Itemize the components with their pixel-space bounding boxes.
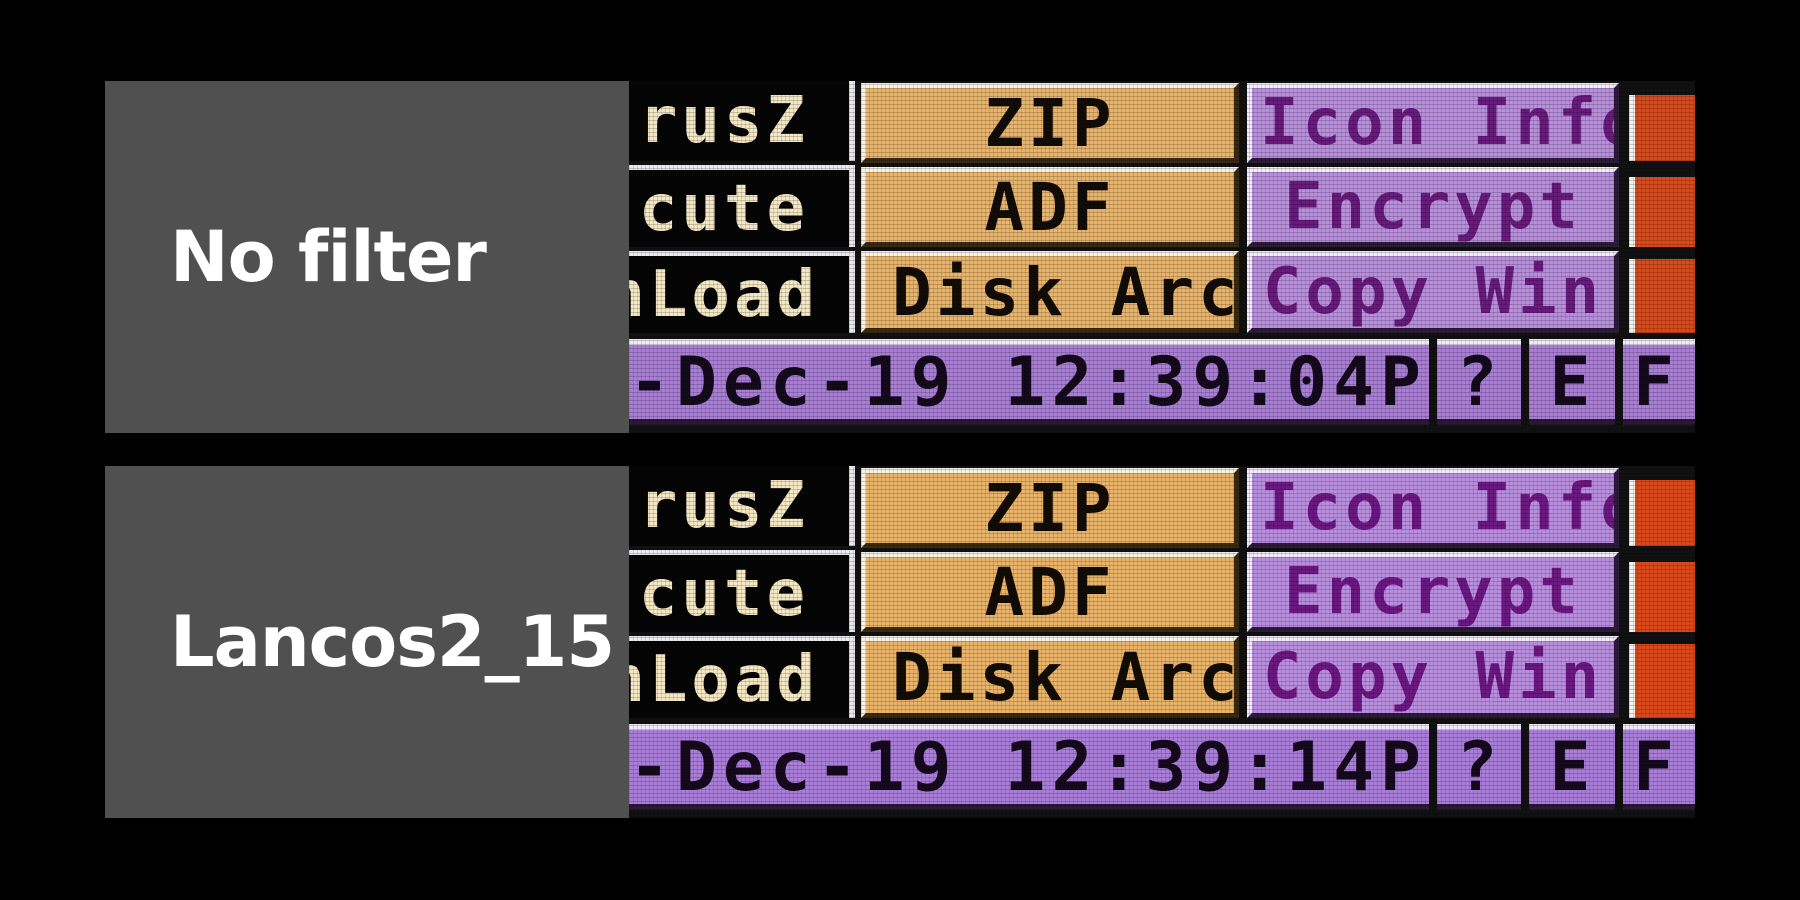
adf-button[interactable]: ADF	[861, 167, 1239, 247]
copy-win-button[interactable]: Copy Win	[1247, 636, 1619, 718]
e-button[interactable]: E	[1529, 339, 1615, 425]
left-column-item[interactable]: rusZ	[629, 81, 855, 161]
f-button[interactable]: F	[1623, 339, 1695, 425]
disk-arc-button[interactable]: Disk Arc	[861, 251, 1239, 333]
icon-info-button[interactable]: Icon Info	[1247, 468, 1619, 548]
red-gadget[interactable]	[1629, 95, 1695, 161]
filter-label: No filter	[170, 216, 487, 298]
red-gadget[interactable]	[1629, 259, 1695, 333]
amiga-screen-crop: rusZ cute nLoad ZIP ADF Disk Arc Icon In…	[629, 466, 1695, 818]
help-button[interactable]: ?	[1437, 724, 1521, 810]
filter-label-box: Lancos2_15	[105, 466, 629, 818]
red-gadget[interactable]	[1629, 480, 1695, 546]
comparison-panel-no-filter: No filter rusZ cute nLoad ZIP ADF Disk A…	[105, 81, 1695, 433]
amiga-screen-crop: rusZ cute nLoad ZIP ADF Disk Arc Icon In…	[629, 81, 1695, 433]
filter-label: Lancos2_15	[170, 601, 615, 683]
encrypt-button[interactable]: Encrypt	[1247, 552, 1619, 632]
red-gadget[interactable]	[1629, 562, 1695, 632]
help-button[interactable]: ?	[1437, 339, 1521, 425]
left-column-item[interactable]: cute	[629, 550, 855, 632]
filter-label-box: No filter	[105, 81, 629, 433]
encrypt-button[interactable]: Encrypt	[1247, 167, 1619, 247]
left-column-item[interactable]: cute	[629, 165, 855, 247]
adf-button[interactable]: ADF	[861, 552, 1239, 632]
comparison-panel-lancos: Lancos2_15 rusZ cute nLoad ZIP ADF Disk …	[105, 466, 1695, 818]
zip-button[interactable]: ZIP	[861, 468, 1239, 548]
left-column-item[interactable]: rusZ	[629, 466, 855, 546]
left-column-item[interactable]: nLoad	[629, 251, 855, 333]
disk-arc-button[interactable]: Disk Arc	[861, 636, 1239, 718]
zip-button[interactable]: ZIP	[861, 83, 1239, 163]
icon-info-button[interactable]: Icon Info	[1247, 83, 1619, 163]
e-button[interactable]: E	[1529, 724, 1615, 810]
date-time-display: -Dec-19 12:39:14P	[629, 724, 1429, 810]
copy-win-button[interactable]: Copy Win	[1247, 251, 1619, 333]
f-button[interactable]: F	[1623, 724, 1695, 810]
date-time-display: -Dec-19 12:39:04P	[629, 339, 1429, 425]
red-gadget[interactable]	[1629, 177, 1695, 247]
red-gadget[interactable]	[1629, 644, 1695, 718]
left-column-item[interactable]: nLoad	[629, 636, 855, 718]
